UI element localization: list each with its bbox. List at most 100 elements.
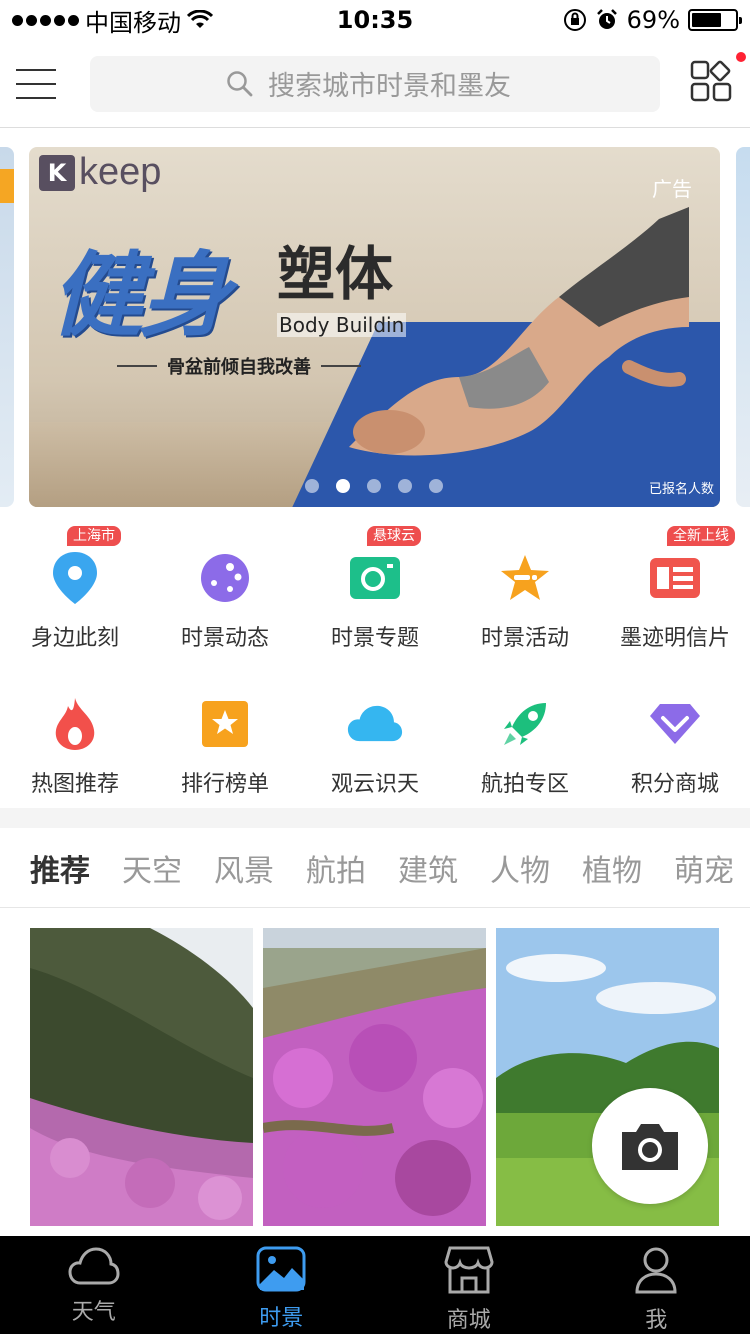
banner-subtitle: 骨盆前倾自我改善 bbox=[117, 353, 361, 379]
feature-item[interactable]: 热图推荐 bbox=[0, 666, 150, 812]
next-banner-peek[interactable] bbox=[736, 147, 750, 507]
tab-label: 我 bbox=[645, 1308, 668, 1333]
banner-carousel[interactable]: K keep 广告 健身 塑体 Body Buildin 骨盆前倾自我改善 已报… bbox=[0, 147, 750, 507]
feature-label: 观云识天 bbox=[330, 772, 419, 797]
search-placeholder: 搜索城市时景和墨友 bbox=[268, 71, 511, 102]
banner-subtitle-text: 骨盆前倾自我改善 bbox=[167, 357, 311, 378]
feature-grid: 上海市 身边此刻 时景动态 悬球云 时景专题 时景活动 全新上线 墨迹明信片 热图推荐 排行榜单观… bbox=[0, 520, 750, 812]
feature-label: 时景动态 bbox=[180, 626, 269, 651]
photo-flower-field bbox=[263, 928, 486, 1226]
feature-label: 航拍专区 bbox=[480, 772, 569, 797]
keep-k-mark: K bbox=[39, 154, 75, 191]
ad-banner[interactable]: K keep 广告 健身 塑体 Body Buildin 骨盆前倾自我改善 已报… bbox=[29, 147, 720, 507]
category-tab[interactable]: 航拍 bbox=[290, 846, 382, 890]
category-tab[interactable]: 萌宠 bbox=[658, 846, 750, 890]
palette-icon bbox=[197, 550, 253, 606]
postcard-icon bbox=[647, 550, 703, 606]
feature-item[interactable]: 时景活动 bbox=[450, 520, 600, 666]
cloud-icon bbox=[347, 696, 403, 752]
feature-label: 热图推荐 bbox=[30, 772, 119, 797]
alarm-icon bbox=[596, 9, 617, 29]
feature-badge: 悬球云 bbox=[367, 526, 421, 546]
cloud-icon bbox=[68, 1246, 120, 1290]
feature-item[interactable]: 积分商城 bbox=[600, 666, 750, 812]
feature-label: 时景活动 bbox=[480, 626, 569, 651]
feature-item[interactable]: 观云识天 bbox=[300, 666, 450, 812]
photo-card[interactable] bbox=[30, 928, 253, 1226]
ad-label: 广告 bbox=[652, 177, 692, 201]
search-input[interactable]: 搜索城市时景和墨友 bbox=[90, 55, 660, 112]
keep-logo: K keep bbox=[39, 151, 161, 194]
status-bar: 中国移动 10:35 69% bbox=[0, 0, 750, 40]
notification-dot bbox=[736, 51, 746, 62]
feature-item[interactable]: 排行榜单 bbox=[150, 666, 300, 812]
carousel-dot[interactable] bbox=[305, 479, 319, 493]
user-icon bbox=[634, 1246, 678, 1298]
category-tab[interactable]: 天空 bbox=[106, 846, 198, 890]
category-tab[interactable]: 人物 bbox=[474, 846, 566, 890]
carousel-dot[interactable] bbox=[336, 479, 350, 493]
bottom-tab-bar: 天气 时景 商城 我 bbox=[0, 1236, 750, 1334]
feature-label: 积分商城 bbox=[630, 772, 719, 797]
top-header: 搜索城市时景和墨友 bbox=[0, 40, 750, 128]
carrier-name: 中国移动 bbox=[85, 8, 181, 37]
carrier-info: 中国移动 bbox=[12, 3, 213, 38]
keep-brand-text: keep bbox=[79, 151, 162, 193]
category-tab[interactable]: 推荐 bbox=[14, 846, 106, 890]
ranking-star-icon bbox=[197, 696, 253, 752]
tab-photo[interactable]: 时景 bbox=[188, 1236, 376, 1334]
category-tab[interactable]: 风景 bbox=[198, 846, 290, 890]
tab-store[interactable]: 商城 bbox=[375, 1236, 563, 1334]
photo-card[interactable] bbox=[263, 928, 486, 1226]
tab-label: 商城 bbox=[446, 1308, 491, 1333]
search-icon bbox=[227, 70, 253, 96]
category-tabs: 推荐 天空 风景 航拍 建筑 人物 植物 萌宠 bbox=[0, 828, 750, 908]
tab-user[interactable]: 我 bbox=[563, 1236, 750, 1334]
store-icon bbox=[444, 1246, 494, 1298]
photo-icon bbox=[256, 1246, 306, 1296]
banner-headline-main: 健身 bbox=[51, 242, 231, 349]
tab-label: 时景 bbox=[259, 1306, 304, 1331]
status-icons: 69% bbox=[563, 6, 742, 34]
tab-label: 天气 bbox=[71, 1300, 116, 1325]
grid-icon bbox=[690, 60, 732, 101]
wifi-icon bbox=[187, 10, 213, 28]
feature-item[interactable]: 悬球云时景专题 bbox=[300, 520, 450, 666]
menu-button[interactable] bbox=[0, 40, 72, 128]
location-pin-icon bbox=[47, 550, 103, 606]
feature-label: 时景专题 bbox=[330, 626, 419, 651]
feature-badge: 全新上线 bbox=[667, 526, 735, 546]
category-tab[interactable]: 建筑 bbox=[382, 846, 474, 890]
carousel-dot[interactable] bbox=[429, 479, 443, 493]
camera-icon bbox=[622, 1124, 678, 1170]
camera-square-icon bbox=[347, 550, 403, 606]
signup-count-label: 已报名人数 bbox=[648, 482, 714, 497]
battery-percent: 69% bbox=[626, 6, 680, 34]
camera-button[interactable] bbox=[592, 1088, 708, 1204]
star-ticket-icon bbox=[497, 550, 553, 606]
apps-grid-button[interactable] bbox=[690, 51, 746, 108]
feature-item[interactable]: 航拍专区 bbox=[450, 666, 600, 812]
feature-label: 排行榜单 bbox=[180, 772, 269, 797]
category-tab[interactable]: 植物 bbox=[566, 846, 658, 890]
feature-label: 身边此刻 bbox=[30, 626, 119, 651]
rocket-icon bbox=[497, 696, 553, 752]
carousel-dot[interactable] bbox=[367, 479, 381, 493]
rotation-lock-icon bbox=[563, 9, 586, 31]
feature-item[interactable]: 时景动态 bbox=[150, 520, 300, 666]
previous-banner-peek[interactable] bbox=[0, 147, 14, 507]
section-divider bbox=[0, 808, 750, 828]
banner-headline-secondary: 塑体 bbox=[277, 240, 394, 308]
carousel-dot[interactable] bbox=[398, 479, 412, 493]
carousel-pager[interactable] bbox=[305, 479, 443, 493]
gem-icon bbox=[647, 696, 703, 752]
battery-icon bbox=[688, 9, 742, 31]
signal-strength-icon bbox=[12, 14, 79, 26]
banner-headline-english: Body Buildin bbox=[277, 313, 407, 337]
flame-icon bbox=[47, 696, 103, 752]
tab-cloud[interactable]: 天气 bbox=[0, 1236, 188, 1334]
feature-label: 墨迹明信片 bbox=[619, 626, 730, 651]
feature-item[interactable]: 全新上线墨迹明信片 bbox=[600, 520, 750, 666]
photo-hillside-flowers bbox=[30, 928, 253, 1226]
feature-item[interactable]: 上海市 身边此刻 bbox=[0, 520, 150, 666]
